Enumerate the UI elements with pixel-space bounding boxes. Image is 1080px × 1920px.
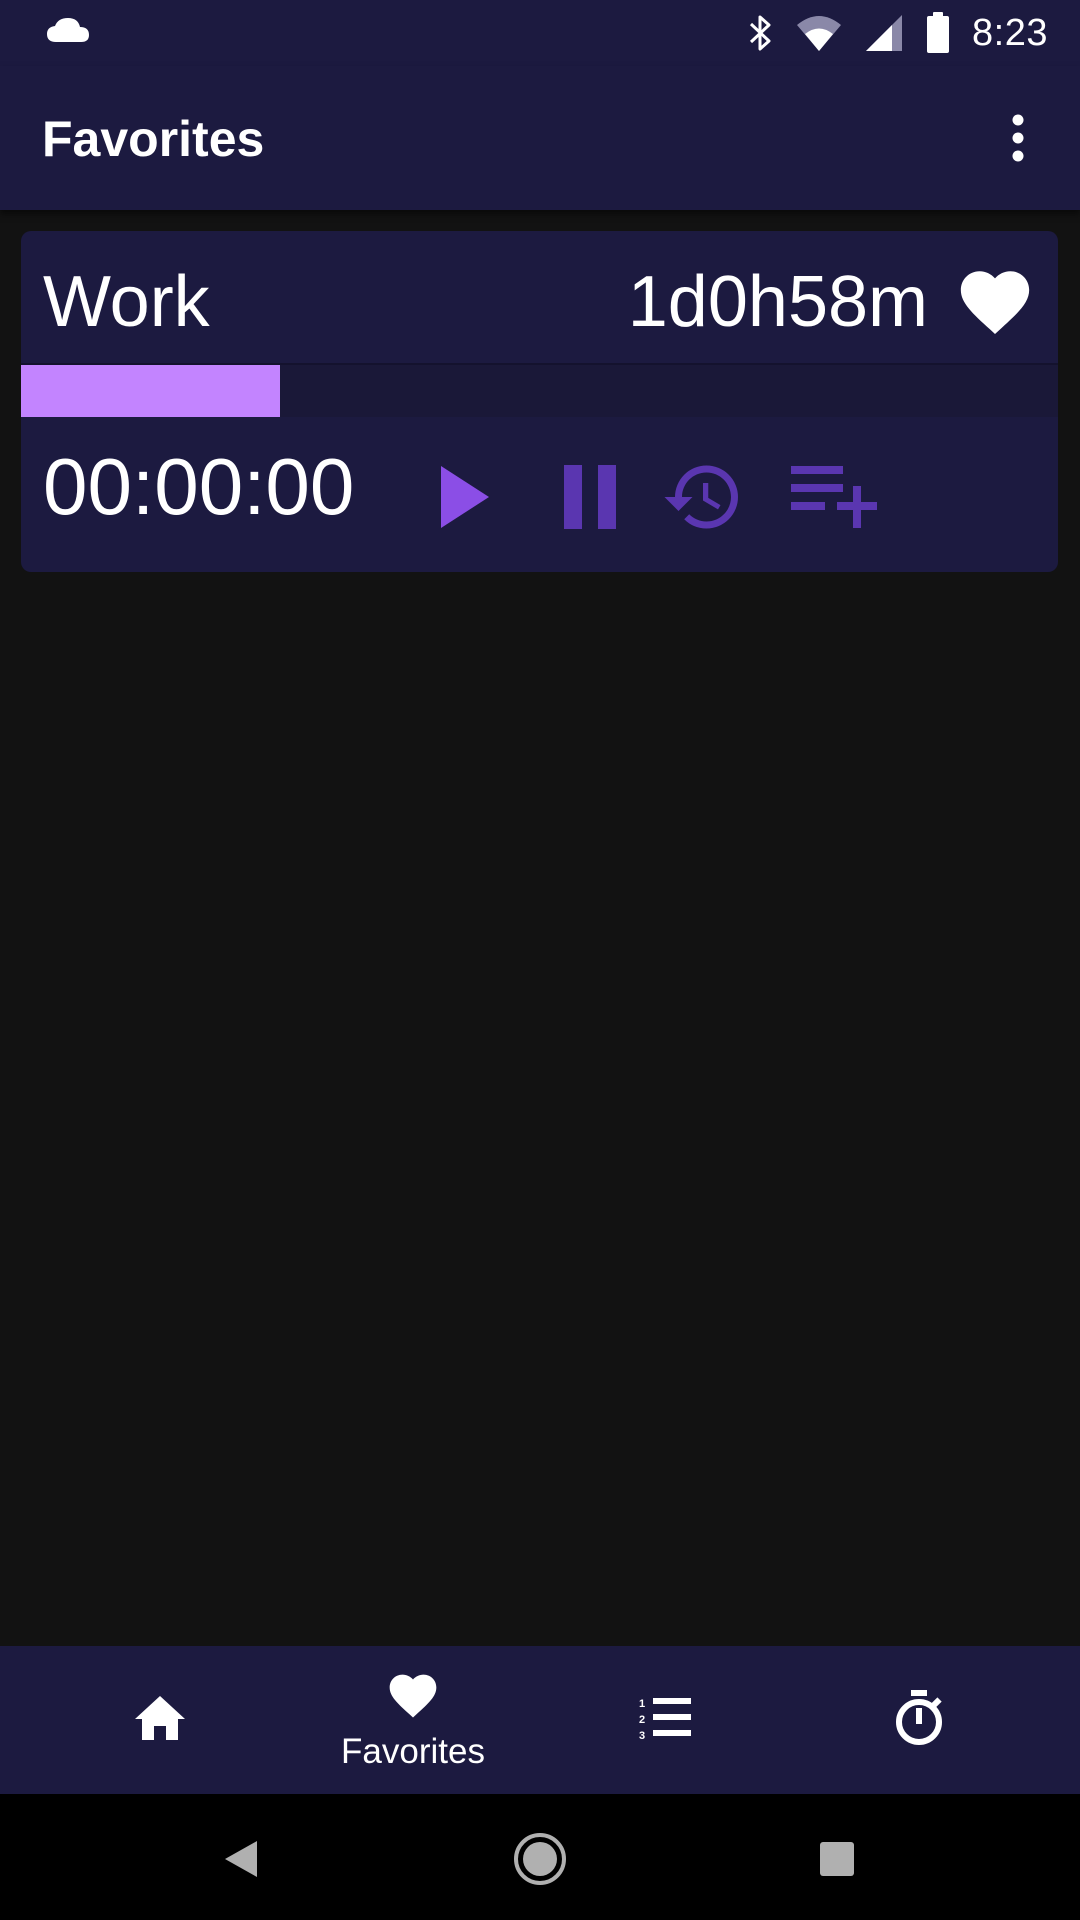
card-total-time: 1d0h58m [627,262,928,342]
card-title: Work [43,262,210,342]
nav-item-stopwatch[interactable] [792,1646,1046,1794]
status-bar: 8:23 [0,0,1080,66]
bluetooth-icon [750,15,771,51]
progress-bar [21,363,1058,417]
favorite-card[interactable]: Work 1d0h58m 00:00:00 [21,231,1058,572]
heart-icon[interactable] [954,261,1036,343]
system-navigation-bar [0,1794,1080,1920]
nav-item-favorites[interactable]: Favorites [286,1646,540,1794]
pause-icon [564,465,616,529]
home-icon [135,1696,185,1740]
overflow-menu-button[interactable] [986,106,1050,170]
numbered-list-icon: 1 2 3 [639,1698,691,1740]
svg-text:3: 3 [639,1730,645,1740]
more-vert-icon [1012,114,1024,162]
svg-text:1: 1 [639,1698,645,1710]
svg-text:2: 2 [639,1714,645,1726]
battery-icon [927,12,950,53]
screen: 8:23 Favorites Work 1d0h58m 00:00:00 Fav… [0,0,1080,1920]
play-button[interactable] [417,449,513,545]
back-icon [225,1841,257,1877]
playlist-add-icon [791,466,877,528]
nav-item-home[interactable] [33,1646,287,1794]
nav-label-favorites: Favorites [341,1732,485,1771]
nav-item-list[interactable]: 1 2 3 [539,1646,793,1794]
timer-display: 00:00:00 [43,442,355,531]
pause-button[interactable] [542,449,638,545]
bottom-navigation: Favorites 1 2 3 [0,1646,1080,1794]
stopwatch-icon [896,1690,942,1745]
status-time: 8:23 [972,11,1048,54]
history-button[interactable] [655,449,751,545]
app-bar: Favorites [0,66,1080,210]
cloud-icon [47,18,89,42]
back-button[interactable] [206,1824,276,1894]
history-icon [664,465,738,529]
add-to-list-button[interactable] [787,449,883,545]
status-icons: 8:23 [748,0,1048,66]
recents-icon [820,1842,854,1876]
recents-button[interactable] [802,1824,872,1894]
heart-icon [389,1674,437,1718]
wifi-icon [797,16,842,51]
play-icon [441,466,489,528]
progress-fill [21,365,280,417]
signal-icon [866,15,903,51]
page-title: Favorites [42,111,265,167]
home-system-button[interactable] [505,1824,575,1894]
home-circle-icon [514,1833,566,1885]
